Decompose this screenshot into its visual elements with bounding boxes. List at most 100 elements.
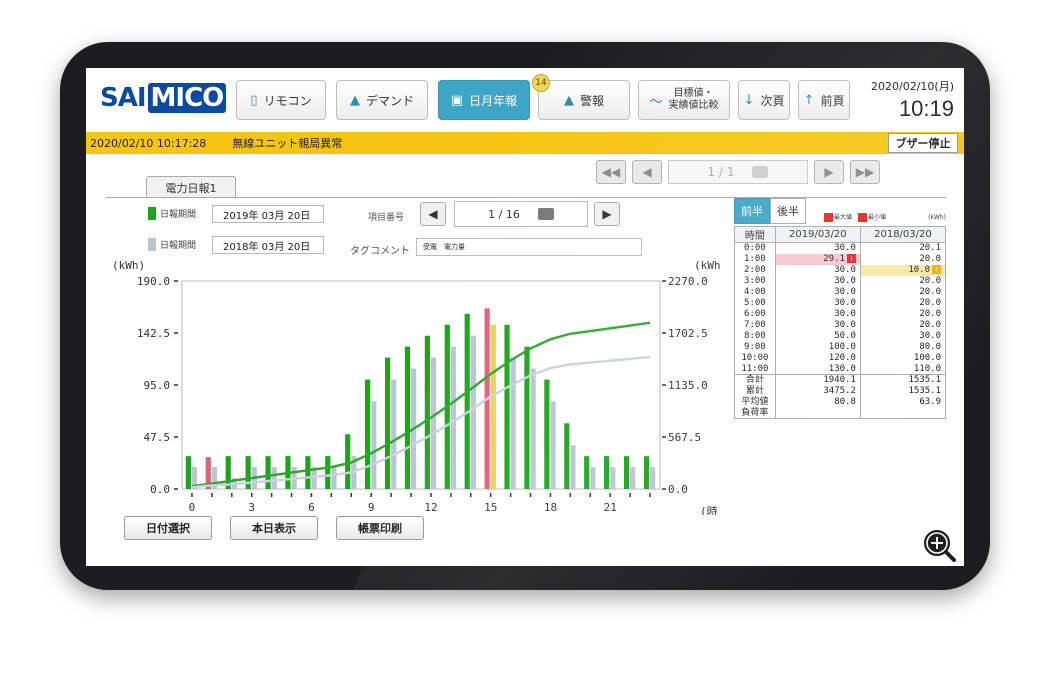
row-value-a: 30.0 <box>774 308 861 320</box>
today-button[interactable]: 本日表示 <box>230 516 318 540</box>
nav-alarm-button[interactable]: ▲ 警報 <box>538 80 630 120</box>
min-flag-icon: ↓ <box>846 254 856 263</box>
buzzer-stop-button[interactable]: ブザー停止 <box>888 133 958 153</box>
bar-compare <box>331 467 337 489</box>
summary-value-a: 80.8 <box>774 396 861 408</box>
tab-second-half[interactable]: 後半 <box>770 198 806 224</box>
row-time: 6:00 <box>734 308 776 320</box>
period-primary-legend: 日報期間 <box>148 207 196 220</box>
nav-report-button[interactable]: ▣ 日月年報 <box>438 80 530 120</box>
row-value-b: 20.0 <box>859 308 947 320</box>
row-time: 3:00 <box>734 275 776 287</box>
bar-primary <box>623 456 630 489</box>
bar-compare <box>470 335 476 489</box>
nav-demand-label: デマンド <box>365 93 414 108</box>
comment-icon[interactable] <box>537 208 554 220</box>
min-flag-icon: ↓ <box>932 265 941 274</box>
row-time: 9:00 <box>734 341 776 353</box>
date-select-button[interactable]: 日付選択 <box>124 516 212 540</box>
current-time: 10:19 <box>898 96 954 121</box>
next-button[interactable]: ▶ <box>814 160 844 184</box>
current-date: 2020/02/10(月) <box>871 80 954 93</box>
max-legend: 最大値 <box>824 212 852 222</box>
nav-remote-label: リモコン <box>263 93 312 108</box>
y-left-tick-label: 95.0 <box>144 379 171 392</box>
x-tick-label: 6 <box>308 501 315 514</box>
nav-alarm-label: 警報 <box>579 93 604 108</box>
row-value-b: 20.1 <box>859 242 947 254</box>
item-next-button[interactable]: ▶ <box>594 202 620 226</box>
bar-primary <box>564 423 570 489</box>
bar-primary <box>185 456 191 489</box>
row-value-a: 29.1 ↓ <box>774 253 861 265</box>
row-value-a: 50.0 <box>774 330 861 342</box>
prev-page-button[interactable]: ↑ 前頁 <box>798 80 850 120</box>
bar-primary <box>365 379 371 489</box>
y-right-tick-label: 1702.5 <box>668 327 708 340</box>
x-tick-label: 9 <box>368 501 375 514</box>
tab-daily-power-1[interactable]: 電力日報1 <box>146 176 236 198</box>
nav-demand-button[interactable]: ▲ デマンド <box>336 80 428 120</box>
row-time: 7:00 <box>734 319 776 331</box>
print-button[interactable]: 帳票印刷 <box>336 516 424 540</box>
bar-primary <box>345 434 351 489</box>
col-a-header: 2019/03/20 <box>774 226 861 243</box>
table-row: 2:00 30.0 10.0 ↓ <box>734 264 947 276</box>
table-row: 4:00 30.0 20.0 <box>734 286 947 298</box>
y-right-unit: (kWh) <box>694 259 720 272</box>
summary-row: 累計 3475.2 1535.1 <box>734 385 947 397</box>
prev-page-label: 前頁 <box>820 93 845 108</box>
bar-primary <box>643 456 650 489</box>
row-value-b: 10.0 ↓ <box>859 264 947 276</box>
bar-primary <box>404 346 411 489</box>
compare-swatch <box>148 238 156 251</box>
first-page-button[interactable]: ◀◀ <box>596 160 626 184</box>
summary-value-b: 63.9 <box>859 396 947 408</box>
previous-button[interactable]: ◀ <box>632 160 662 184</box>
bar-compare <box>510 357 516 489</box>
row-value-b: 20.0 <box>859 297 947 309</box>
y-left-tick-label: 47.5 <box>144 431 171 444</box>
arrow-down-icon: ↓ <box>743 92 755 108</box>
x-tick-label: 12 <box>424 501 437 514</box>
summary-label: 負荷率 <box>734 407 776 419</box>
row-time: 4:00 <box>734 286 776 298</box>
row-time: 5:00 <box>734 297 776 309</box>
item-number-text: 1 / 16 <box>488 207 520 221</box>
table-row: 8:00 50.0 30.0 <box>734 330 947 342</box>
table-row: 3:00 30.0 20.0 <box>734 275 947 287</box>
row-value-a: 130.0 <box>774 363 861 375</box>
nav-target-compare-label: 目標値・ 実績値比較 <box>668 88 719 111</box>
zoom-in-icon[interactable] <box>922 528 956 562</box>
row-value-a: 30.0 <box>774 286 861 298</box>
row-value-b: 80.0 <box>859 341 947 353</box>
x-tick-label: 15 <box>484 501 497 514</box>
bar-primary <box>424 335 430 489</box>
bar-primary <box>524 346 530 489</box>
item-prev-button[interactable]: ◀ <box>420 202 446 226</box>
summary-value-a: 3475.2 <box>774 385 861 397</box>
tab-first-half[interactable]: 前半 <box>734 198 770 224</box>
period-primary-label: 日報期間 <box>160 210 197 220</box>
power-chart: (kWh) (kWh) (時) 0.0 47.5 95.0 142.5 190.0 0.0 567… <box>112 259 720 515</box>
nav-report-label: 日月年報 <box>469 93 518 108</box>
screen: SAI MICO ▯ リモコン ▲ デマンド ▣ 日月年報 ▲ 警報 14 〜 … <box>86 68 964 566</box>
nav-target-compare-button[interactable]: 〜 目標値・ 実績値比較 <box>638 80 730 120</box>
table-row: 7:00 30.0 20.0 <box>734 319 947 331</box>
x-tick-label: 18 <box>544 501 557 514</box>
nav-remote-button[interactable]: ▯ リモコン <box>236 80 326 120</box>
bar-primary <box>544 379 550 489</box>
last-page-button[interactable]: ▶▶ <box>850 160 880 184</box>
summary-label: 平均値 <box>734 396 776 408</box>
alarm-timestamp: 2020/02/10 10:17:28 <box>90 136 207 150</box>
col-time-header: 時間 <box>734 226 776 243</box>
bar-compare <box>550 401 556 489</box>
min-legend-label: 最小値 <box>868 214 887 221</box>
period-primary-field[interactable]: 2019年 03月 20日 <box>212 205 324 223</box>
table-row: 9:00 100.0 80.0 <box>734 341 947 353</box>
table-unit: (kWh) <box>928 214 946 221</box>
period-compare-field[interactable]: 2018年 03月 20日 <box>212 236 324 254</box>
bar-primary <box>464 313 470 489</box>
y-right-tick-label: 2270.0 <box>668 275 708 288</box>
next-page-button[interactable]: ↓ 次頁 <box>738 80 790 120</box>
